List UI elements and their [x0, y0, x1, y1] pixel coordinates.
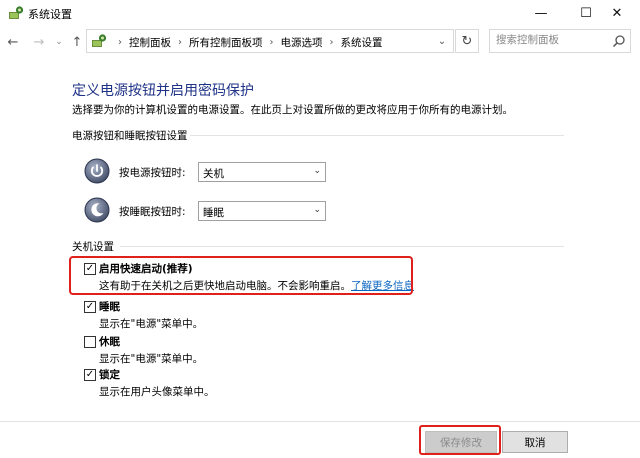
- checkmark-icon: ✓: [85, 369, 95, 380]
- section-title-shutdown: 关机设置: [72, 241, 114, 253]
- highlight-box-save: [419, 425, 501, 455]
- control-panel-icon: [9, 6, 24, 19]
- window-title: 系统设置: [28, 8, 72, 21]
- power-button-action-value: 关机: [203, 168, 224, 180]
- breadcrumb-item[interactable]: 电源选项: [281, 35, 323, 50]
- sleep-button-action-value: 睡眠: [203, 207, 224, 219]
- sleep-button-icon: [84, 197, 110, 223]
- search-input[interactable]: [496, 34, 606, 46]
- refresh-button[interactable]: ↻: [455, 29, 479, 53]
- hibernate-menu-checkbox[interactable]: [84, 336, 96, 348]
- footer-divider: [0, 421, 640, 422]
- chevron-down-icon: ⌄: [313, 205, 321, 215]
- back-button[interactable]: ←: [4, 33, 22, 51]
- breadcrumb-separator[interactable]: ›: [330, 37, 334, 48]
- section-title-power-buttons: 电源按钮和睡眠按钮设置: [72, 130, 188, 142]
- hibernate-menu-label[interactable]: 休眠: [99, 334, 120, 349]
- forward-button[interactable]: →: [30, 33, 48, 51]
- recent-locations-button[interactable]: ⌄: [50, 33, 68, 51]
- section-divider: [120, 246, 564, 247]
- cancel-button[interactable]: 取消: [502, 431, 568, 453]
- breadcrumb: › 控制面板 › 所有控制面板项 › 电源选项 › 系统设置: [111, 35, 383, 50]
- sleep-button-label: 按睡眠按钮时:: [119, 206, 186, 218]
- breadcrumb-separator: ›: [118, 37, 122, 48]
- sleep-menu-label[interactable]: 睡眠: [99, 299, 120, 314]
- breadcrumb-separator[interactable]: ›: [270, 37, 274, 48]
- lock-menu-checkbox[interactable]: ✓: [84, 369, 96, 381]
- breadcrumb-separator[interactable]: ›: [178, 37, 182, 48]
- power-button-label: 按电源按钮时:: [119, 167, 186, 179]
- sleep-menu-checkbox[interactable]: ✓: [84, 301, 96, 313]
- checkmark-icon: ✓: [85, 301, 95, 312]
- power-button-action-select[interactable]: 关机 ⌄: [198, 162, 326, 182]
- address-dropdown-button[interactable]: ⌄: [433, 33, 451, 49]
- search-box[interactable]: [489, 29, 631, 53]
- address-bar[interactable]: › 控制面板 › 所有控制面板项 › 电源选项 › 系统设置 ⌄: [86, 29, 454, 53]
- sleep-button-action-select[interactable]: 睡眠 ⌄: [198, 201, 326, 221]
- close-button[interactable]: ✕: [594, 0, 640, 26]
- breadcrumb-item[interactable]: 系统设置: [341, 35, 383, 50]
- breadcrumb-item[interactable]: 所有控制面板项: [189, 35, 263, 50]
- power-button-icon: [84, 158, 110, 184]
- highlight-box-fast-startup: [69, 256, 413, 295]
- lock-menu-label[interactable]: 锁定: [99, 367, 120, 382]
- lock-menu-description: 显示在用户头像菜单中。: [99, 386, 215, 398]
- control-panel-icon: [92, 34, 107, 47]
- page-title: 定义电源按钮并启用密码保护: [72, 83, 254, 99]
- sleep-menu-description: 显示在"电源"菜单中。: [99, 318, 204, 330]
- up-button[interactable]: ↑: [68, 33, 86, 51]
- breadcrumb-item[interactable]: 控制面板: [129, 35, 171, 50]
- minimize-button[interactable]: —: [518, 0, 564, 26]
- section-divider: [190, 135, 564, 136]
- search-icon[interactable]: [612, 34, 626, 48]
- hibernate-menu-description: 显示在"电源"菜单中。: [99, 353, 204, 365]
- chevron-down-icon: ⌄: [313, 166, 321, 176]
- page-description: 选择要为你的计算机设置的电源设置。在此页上对设置所做的更改将应用于你所有的电源计…: [72, 104, 513, 116]
